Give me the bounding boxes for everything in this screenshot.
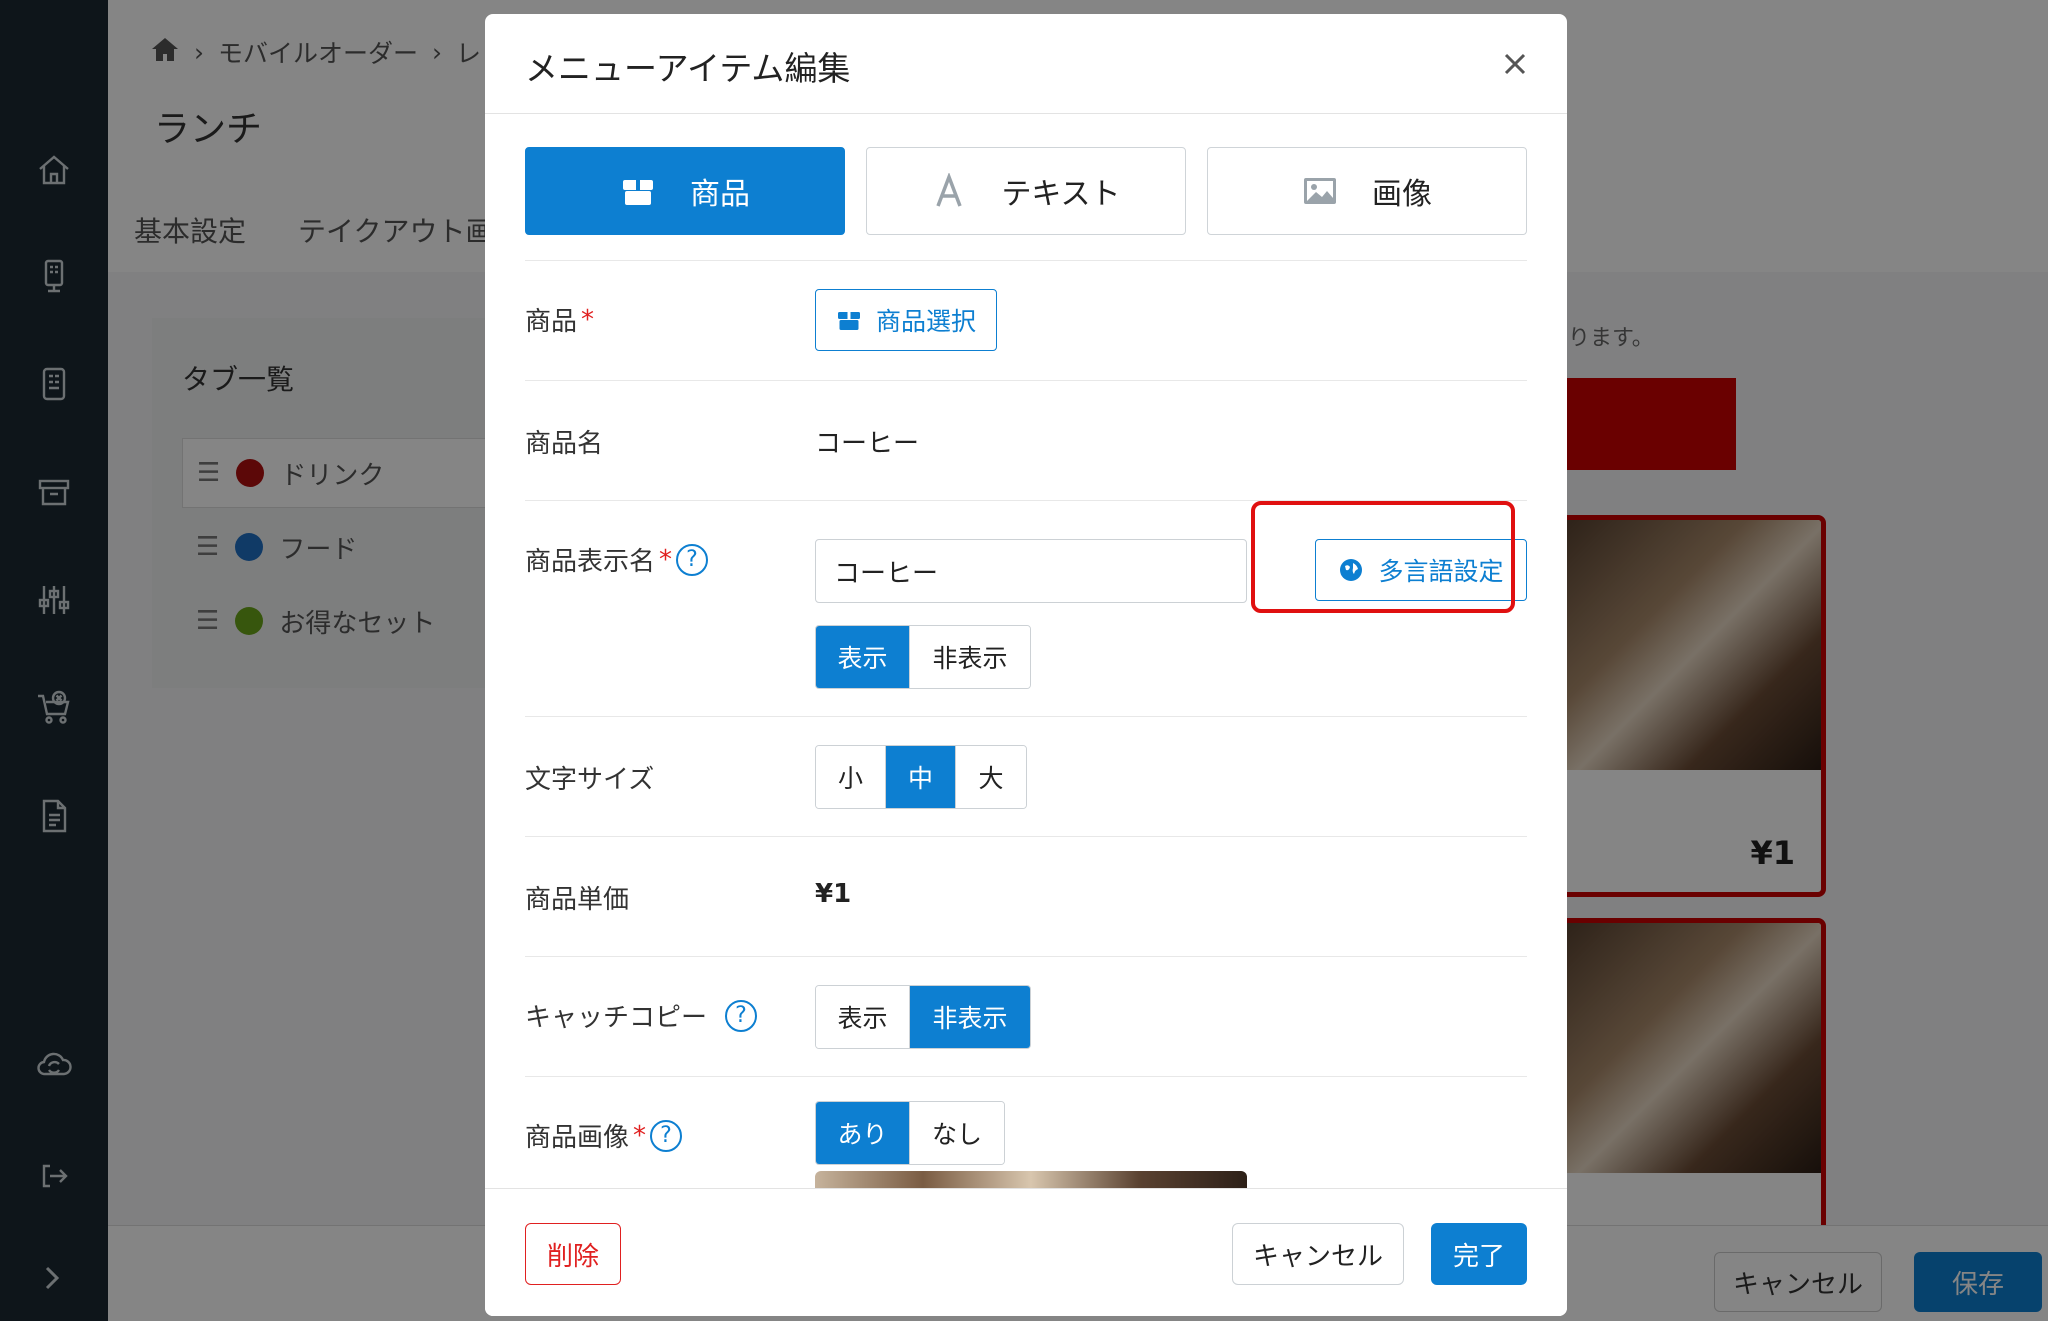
cancel-button[interactable]: キャンセル (1232, 1223, 1404, 1285)
product-image-label-text: 商品画像 (525, 1123, 630, 1153)
catch-copy-hide-option[interactable]: 非表示 (910, 986, 1030, 1048)
modal-header: メニューアイテム編集 (485, 14, 1567, 114)
tab-product-label: 商品 (690, 177, 750, 212)
tab-product[interactable]: 商品 (525, 147, 845, 235)
font-size-medium-option[interactable]: 中 (886, 746, 956, 808)
required-mark: * (581, 304, 595, 335)
help-icon[interactable]: ? (676, 543, 709, 576)
edit-menu-item-modal: メニューアイテム編集 商品 テキスト 画像 商品* 商品選択 商品名 コーヒー (485, 14, 1567, 1316)
display-name-input[interactable]: コーヒー (815, 539, 1247, 603)
required-mark: * (659, 544, 673, 575)
unit-price-label: 商品単価 (525, 885, 630, 915)
font-size-selector: 小 中 大 (815, 745, 1027, 809)
item-type-tabs: 商品 テキスト 画像 (525, 147, 1527, 235)
font-size-small-option[interactable]: 小 (816, 746, 886, 808)
product-select-button[interactable]: 商品選択 (815, 289, 997, 351)
visibility-hide-option[interactable]: 非表示 (910, 626, 1030, 688)
font-size-large-option[interactable]: 大 (956, 746, 1026, 808)
box-icon (837, 312, 860, 330)
product-select-label: 商品選択 (875, 307, 976, 336)
required-mark: * (633, 1120, 647, 1151)
product-label: 商品 * (525, 301, 594, 338)
display-name-label-text: 商品表示名 (525, 547, 656, 577)
done-button[interactable]: 完了 (1431, 1223, 1527, 1285)
unit-price-row: 商品単価 ¥1 (525, 836, 1527, 956)
catch-copy-label-text: キャッチコピー (525, 1003, 708, 1033)
tab-text-label: テキスト (1001, 177, 1121, 212)
unit-price-value: ¥1 (815, 879, 852, 909)
catch-copy-toggle: 表示 非表示 (815, 985, 1031, 1049)
highlight-box (1251, 501, 1515, 613)
catch-copy-show-option[interactable]: 表示 (816, 986, 910, 1048)
display-name-label: 商品表示名 *? (525, 541, 709, 578)
catch-copy-label: キャッチコピー? (525, 997, 758, 1034)
tab-text[interactable]: テキスト (866, 147, 1186, 235)
image-icon (1304, 178, 1336, 204)
close-icon[interactable] (1499, 48, 1531, 80)
help-icon[interactable]: ? (725, 999, 758, 1032)
product-row: 商品 * 商品選択 (525, 260, 1527, 380)
image-yes-option[interactable]: あり (816, 1102, 910, 1164)
catch-copy-row: キャッチコピー? 表示 非表示 (525, 956, 1527, 1076)
help-icon[interactable]: ? (650, 1119, 683, 1152)
product-name-label: 商品名 (525, 429, 604, 459)
font-size-label: 文字サイズ (525, 765, 655, 795)
image-no-option[interactable]: なし (910, 1102, 1004, 1164)
product-name-value: コーヒー (815, 429, 920, 459)
box-icon (623, 180, 653, 205)
tab-image-label: 画像 (1372, 177, 1432, 212)
display-name-visibility-toggle: 表示 非表示 (815, 625, 1031, 689)
modal-footer: 削除 キャンセル 完了 (485, 1188, 1567, 1316)
product-name-row: 商品名 コーヒー (525, 380, 1527, 500)
modal-title: メニューアイテム編集 (525, 49, 851, 88)
product-image-toggle: あり なし (815, 1101, 1005, 1165)
tab-image[interactable]: 画像 (1207, 147, 1527, 235)
font-size-row: 文字サイズ 小 中 大 (525, 716, 1527, 836)
text-a-icon (936, 173, 963, 207)
delete-button[interactable]: 削除 (525, 1223, 621, 1285)
product-label-text: 商品 (525, 307, 578, 337)
product-image-label: 商品画像 *? (525, 1117, 683, 1154)
visibility-show-option[interactable]: 表示 (816, 626, 910, 688)
